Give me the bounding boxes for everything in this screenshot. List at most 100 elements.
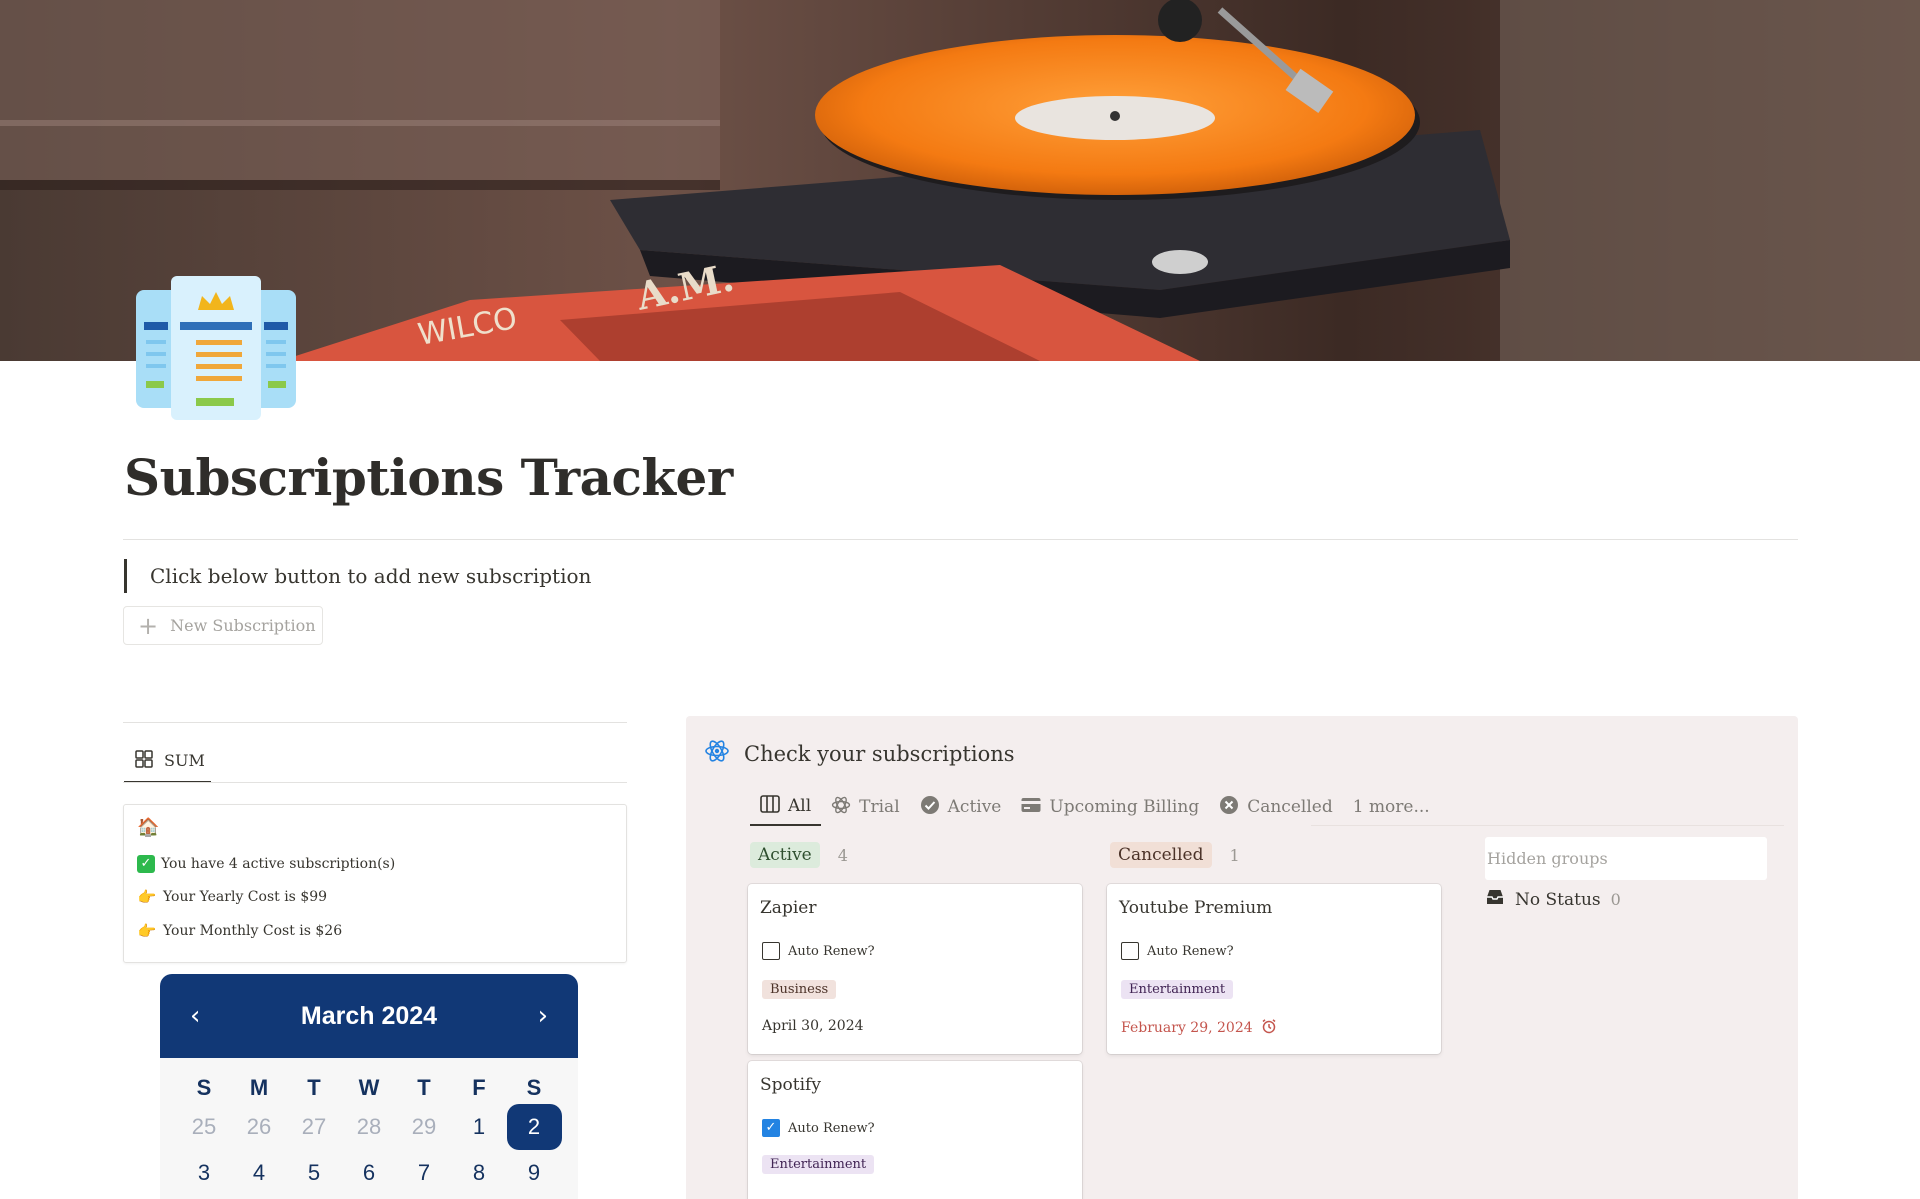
auto-renew-label: Auto Renew?: [788, 943, 875, 959]
view-tabs: All Trial Active Upcoming Billing Cancel…: [750, 788, 1440, 826]
auto-renew-checkbox[interactable]: [1121, 942, 1139, 960]
group-count: 4: [837, 845, 848, 865]
tab-sum[interactable]: SUM: [124, 740, 211, 783]
group-label: Active: [750, 842, 820, 868]
subscription-card[interactable]: Zapier Auto Renew? Business April 30, 20…: [748, 884, 1082, 1054]
calendar-day[interactable]: 8: [452, 1150, 507, 1196]
summary-line-text: Your Monthly Cost is $26: [163, 923, 343, 939]
group-label: Cancelled: [1110, 842, 1212, 868]
auto-renew-field: Auto Renew?: [1121, 942, 1234, 960]
auto-renew-checkbox[interactable]: ✓: [762, 1119, 780, 1137]
calendar-day[interactable]: 28: [342, 1104, 397, 1150]
auto-renew-checkbox[interactable]: [762, 942, 780, 960]
calendar-day[interactable]: 5: [287, 1150, 342, 1196]
calendar-day[interactable]: 29: [397, 1104, 452, 1150]
tab-active-label: Active: [947, 797, 1002, 817]
calendar-day-today[interactable]: 2: [506, 1104, 562, 1150]
category-tag: Entertainment: [762, 1155, 875, 1174]
board-title-text: Check your subscriptions: [744, 741, 1015, 766]
card-title: Zapier: [760, 898, 817, 918]
subscription-card[interactable]: Youtube Premium Auto Renew? Entertainmen…: [1107, 884, 1441, 1054]
today-label: 2: [506, 1104, 562, 1150]
auto-renew-label: Auto Renew?: [1147, 943, 1234, 959]
auto-renew-label: Auto Renew?: [788, 1120, 875, 1136]
card-title: Spotify: [760, 1075, 821, 1095]
plus-icon: +: [138, 611, 159, 640]
no-status-label: No Status: [1515, 889, 1601, 910]
calendar-day[interactable]: 25: [177, 1104, 232, 1150]
no-status-count: 0: [1610, 890, 1621, 909]
weekday-label: S: [526, 1075, 542, 1100]
tab-all-label: All: [788, 796, 812, 816]
weekday-label: W: [358, 1075, 380, 1100]
tab-cancelled[interactable]: Cancelled: [1209, 788, 1343, 826]
tab-active[interactable]: Active: [910, 788, 1012, 826]
gallery-icon: [134, 749, 154, 773]
calendar-day[interactable]: 3: [177, 1150, 232, 1196]
new-subscription-label: New Subscription: [170, 616, 316, 635]
tab-upcoming-billing[interactable]: Upcoming Billing: [1011, 788, 1209, 826]
x-circle-icon: [1219, 795, 1239, 820]
tab-sum-label: SUM: [164, 751, 205, 770]
auto-renew-field: ✓ Auto Renew?: [762, 1119, 875, 1137]
divider: [1311, 825, 1784, 826]
group-count: 1: [1229, 845, 1240, 865]
weekday-label: T: [307, 1075, 321, 1100]
summary-line-text: Your Yearly Cost is $99: [163, 889, 328, 905]
tab-more[interactable]: 1 more...: [1343, 788, 1440, 826]
subscription-card[interactable]: Spotify ✓ Auto Renew? Entertainment: [748, 1061, 1082, 1199]
atom-icon: [704, 738, 730, 769]
check-mark-icon: ✓: [137, 855, 155, 873]
chevron-right-icon[interactable]: ›: [538, 1001, 548, 1031]
pointing-hand-icon: 👉: [137, 888, 157, 906]
summary-line: 👉 Your Monthly Cost is $26: [137, 922, 342, 940]
category-tag: Entertainment: [1121, 980, 1234, 999]
checklist-icon: [134, 276, 298, 422]
new-subscription-button[interactable]: + New Subscription: [123, 606, 323, 645]
calendar-day[interactable]: 4: [232, 1150, 287, 1196]
auto-renew-field: Auto Renew?: [762, 942, 875, 960]
alarm-clock-icon: [1261, 1018, 1277, 1038]
chevron-left-icon[interactable]: ‹: [190, 1001, 200, 1031]
card-title: Youtube Premium: [1119, 898, 1273, 918]
billing-date-text: April 30, 2024: [762, 1018, 864, 1034]
check-circle-icon: [920, 795, 940, 820]
calendar-widget: ‹ March 2024 › S M T W T F S 25 26 27 28…: [160, 974, 578, 1199]
subscriptions-board: Check your subscriptions All Trial Activ…: [686, 716, 1798, 1199]
house-icon: 🏠: [137, 817, 160, 838]
weekday-label: F: [472, 1075, 486, 1100]
tab-trial[interactable]: Trial: [821, 788, 909, 826]
tab-trial-label: Trial: [859, 797, 900, 817]
tab-more-label: 1 more...: [1352, 797, 1430, 817]
group-header-cancelled[interactable]: Cancelled 1: [1110, 842, 1240, 868]
calendar-day[interactable]: 1: [452, 1104, 507, 1150]
calendar-day[interactable]: 6: [342, 1150, 397, 1196]
calendar-day[interactable]: 26: [232, 1104, 287, 1150]
billing-date-text: February 29, 2024: [1121, 1020, 1253, 1036]
board-title: Check your subscriptions: [704, 738, 1015, 769]
credit-card-icon: [1021, 797, 1041, 818]
weekday-label: T: [417, 1075, 431, 1100]
billing-date: February 29, 2024: [1121, 1018, 1277, 1038]
calendar-day[interactable]: 7: [397, 1150, 452, 1196]
group-header-active[interactable]: Active 4: [750, 842, 848, 868]
board-view-icon: [760, 794, 780, 818]
callout-quote: Click below button to add new subscripti…: [124, 559, 591, 593]
billing-date: April 30, 2024: [762, 1018, 864, 1034]
divider: [123, 722, 627, 723]
summary-line: 👉 Your Yearly Cost is $99: [137, 888, 327, 906]
atom-icon: [831, 795, 851, 820]
summary-card[interactable]: 🏠 ✓ You have 4 active subscription(s) 👉 …: [123, 804, 627, 963]
tab-all[interactable]: All: [750, 788, 822, 826]
divider: [123, 782, 627, 783]
calendar-month: March 2024: [300, 1001, 438, 1030]
category-tag: Business: [762, 980, 837, 999]
summary-line: ✓ You have 4 active subscription(s): [137, 855, 395, 873]
hidden-groups-header: Hidden groups: [1485, 837, 1767, 880]
hidden-group-no-status[interactable]: No Status 0: [1485, 888, 1621, 911]
calendar-day[interactable]: 9: [507, 1150, 562, 1196]
divider: [123, 539, 1798, 540]
calendar-day[interactable]: 27: [287, 1104, 342, 1150]
weekday-label: M: [249, 1075, 269, 1100]
page-title: Subscriptions Tracker: [124, 448, 733, 507]
